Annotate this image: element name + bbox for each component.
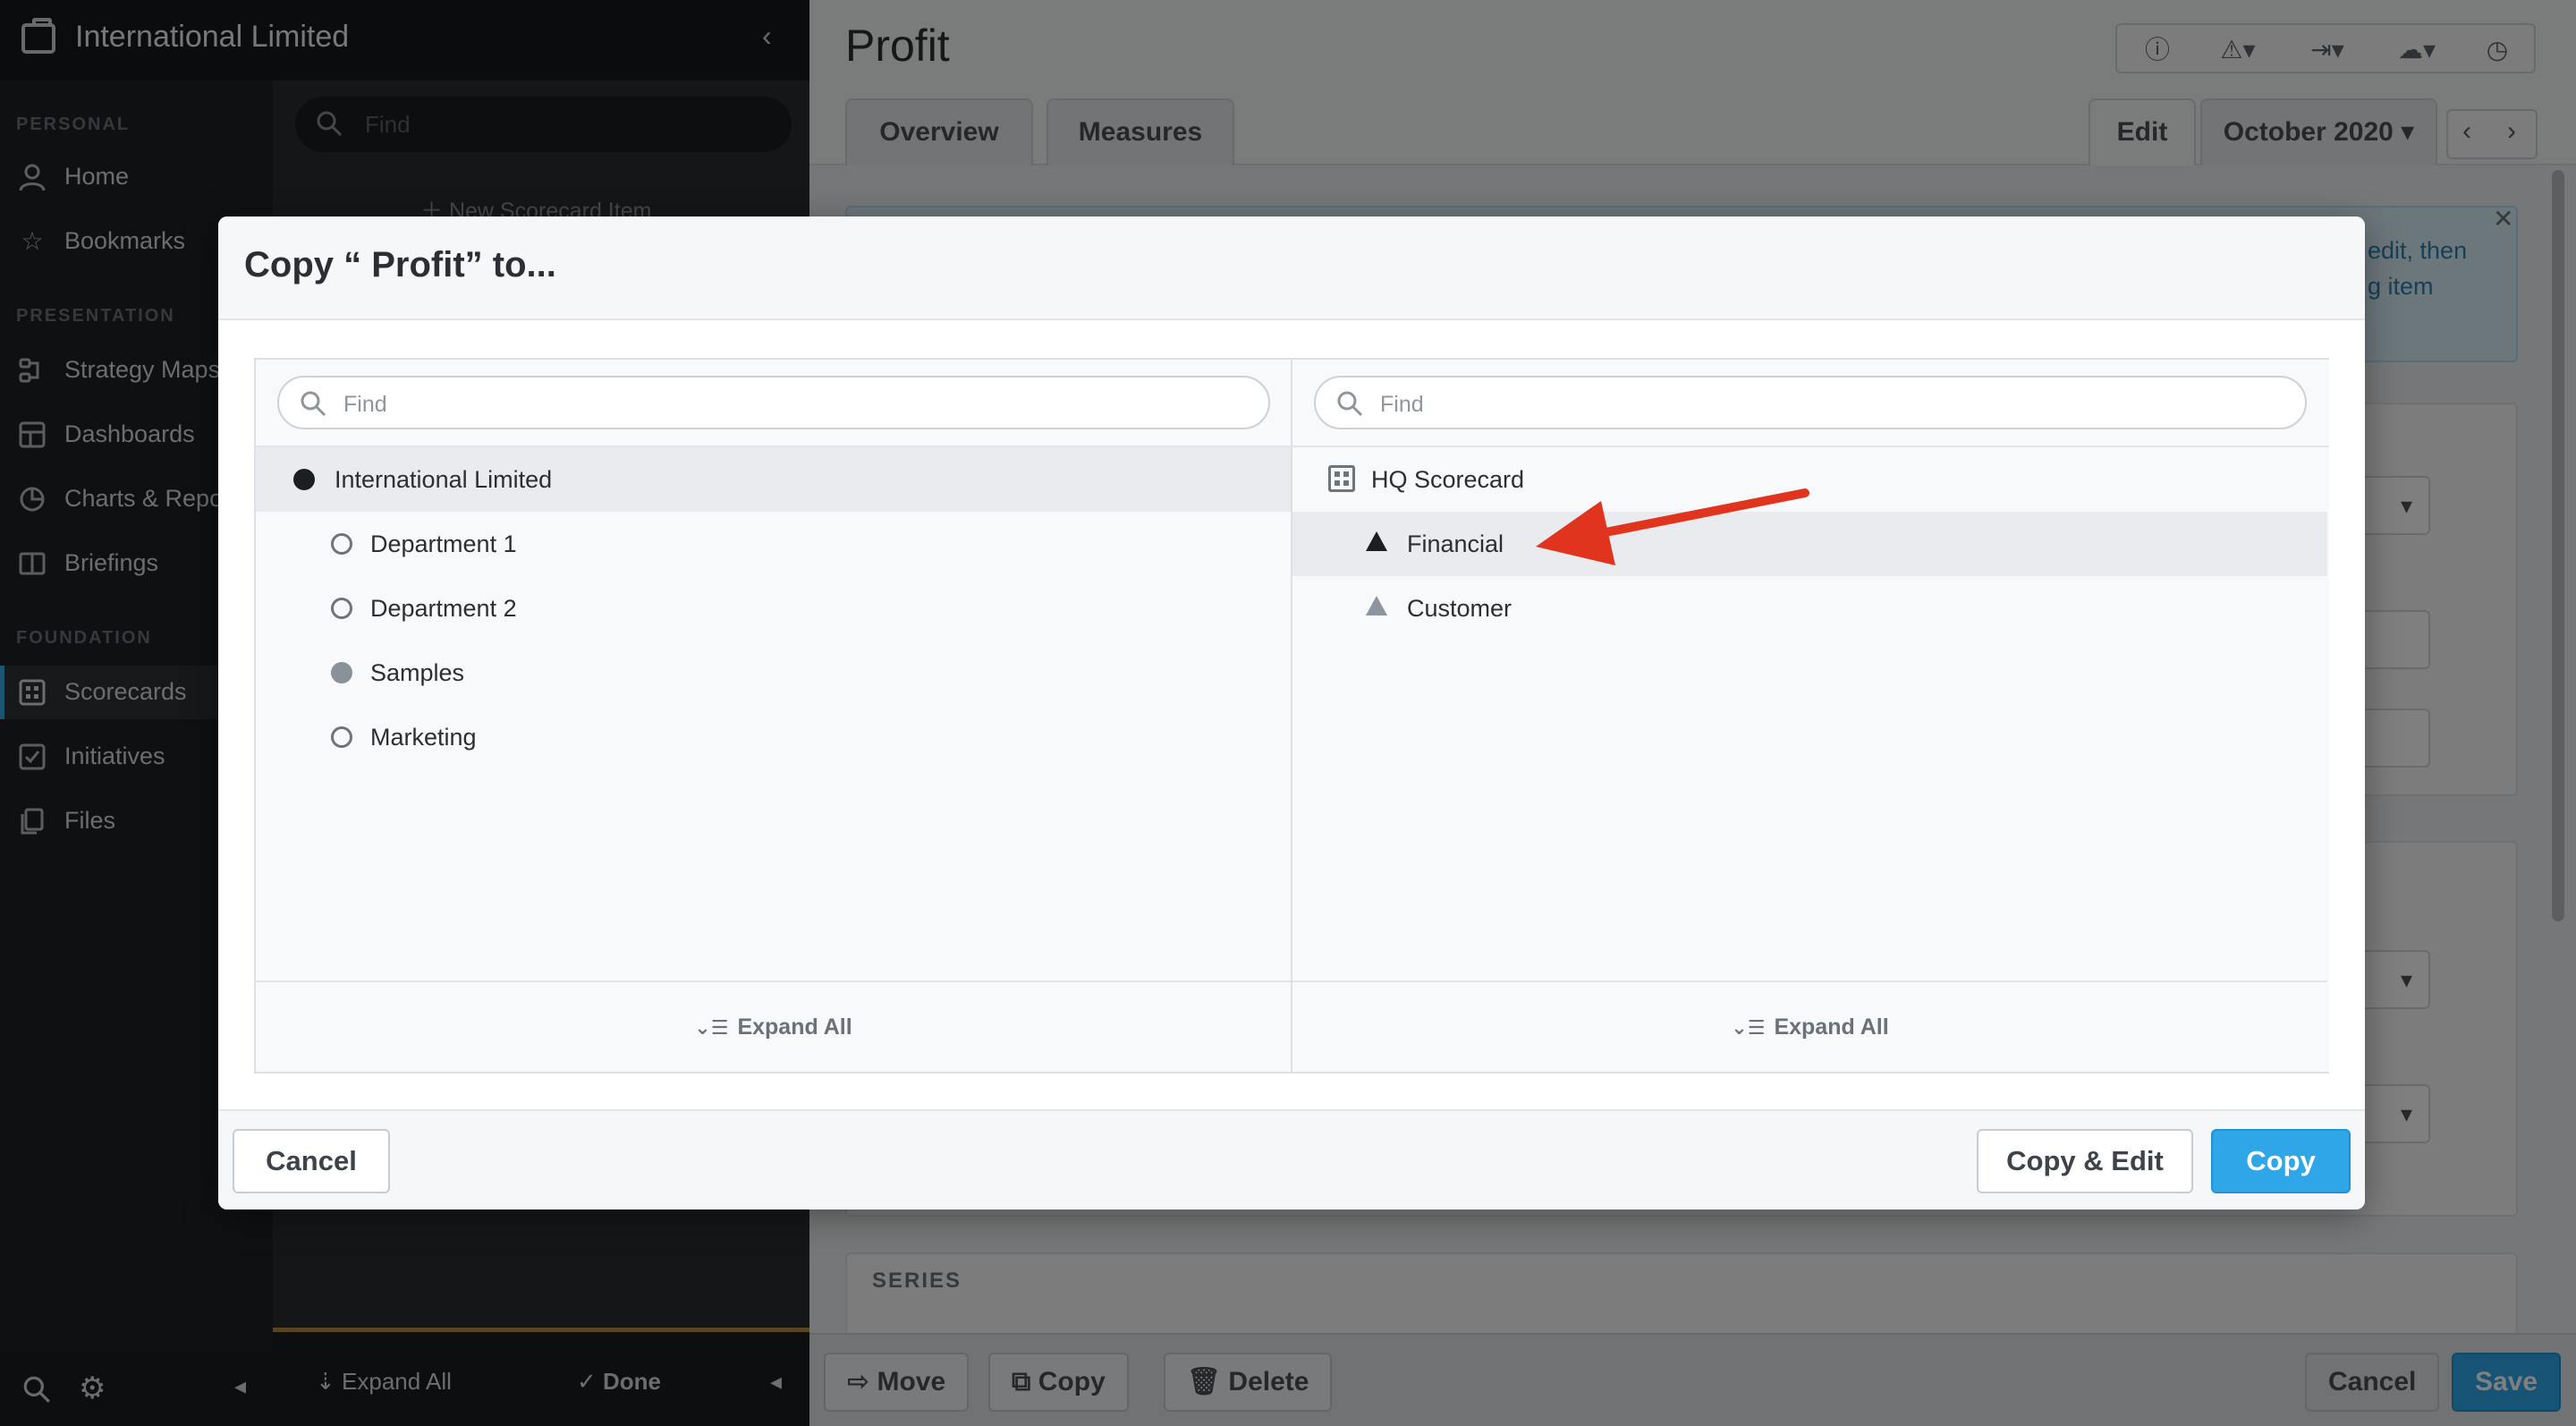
- search-icon: [301, 391, 326, 417]
- expand-all-label: Expand All: [737, 1014, 852, 1040]
- org-filled-dot-icon: [293, 469, 315, 490]
- tree-item-label: International Limited: [335, 466, 553, 493]
- dialog-footer: Cancel Copy & Edit Copy: [218, 1109, 2365, 1210]
- expand-all-icon: ⌄☰: [1731, 1016, 1766, 1039]
- cancel-button[interactable]: Cancel: [233, 1129, 390, 1193]
- destination-tree-pane: Find HQ Scorecard Financial Customer ⌄☰ E…: [1292, 360, 2329, 1072]
- dialog-title: Copy “ Profit” to...: [244, 245, 556, 284]
- dialog-header: Copy “ Profit” to...: [218, 216, 2365, 320]
- find-placeholder: Find: [343, 392, 387, 417]
- right-find-input[interactable]: Find: [1314, 376, 2307, 429]
- tree-item-samples[interactable]: Samples: [256, 641, 1291, 705]
- tree-item-financial[interactable]: Financial: [1292, 512, 2327, 576]
- tree-item-customer[interactable]: Customer: [1292, 576, 2327, 641]
- tree-item-hq-scorecard[interactable]: HQ Scorecard: [1292, 447, 2327, 512]
- tree-item-label: Samples: [370, 659, 465, 686]
- scorecard-icon: [1328, 465, 1355, 492]
- copy-dialog: Copy “ Profit” to... Find International …: [218, 216, 2365, 1210]
- tree-item-label: Financial: [1407, 531, 1504, 557]
- perspective-triangle-icon: [1366, 531, 1387, 551]
- dialog-body: Find International Limited Department 1 …: [254, 358, 2329, 1074]
- right-pane-footer: ⌄☰ Expand All: [1292, 980, 2327, 1072]
- expand-all-label: Expand All: [1774, 1014, 1889, 1040]
- tree-item-department-2[interactable]: Department 2: [256, 576, 1291, 641]
- find-placeholder: Find: [1380, 392, 1424, 417]
- org-gray-dot-icon: [331, 662, 352, 683]
- tree-item-label: Department 2: [370, 595, 517, 622]
- left-find-input[interactable]: Find: [277, 376, 1270, 429]
- org-hollow-dot-icon: [331, 598, 352, 619]
- tree-item-department-1[interactable]: Department 1: [256, 512, 1291, 576]
- right-expand-all-button[interactable]: ⌄☰ Expand All: [1292, 1014, 2327, 1040]
- source-tree-pane: Find International Limited Department 1 …: [256, 360, 1292, 1072]
- copy-and-edit-button[interactable]: Copy & Edit: [1977, 1129, 2193, 1193]
- perspective-triangle-icon: [1366, 596, 1387, 615]
- tree-item-label: Customer: [1407, 595, 1513, 622]
- tree-item-label: Department 1: [370, 531, 517, 557]
- tree-item-label: HQ Scorecard: [1371, 466, 1525, 493]
- copy-button[interactable]: Copy: [2211, 1129, 2351, 1193]
- left-expand-all-button[interactable]: ⌄☰ Expand All: [256, 1014, 1291, 1040]
- tree-item-international-limited[interactable]: International Limited: [256, 447, 1291, 512]
- expand-all-icon: ⌄☰: [694, 1016, 729, 1039]
- tree-item-marketing[interactable]: Marketing: [256, 705, 1291, 769]
- left-pane-footer: ⌄☰ Expand All: [256, 980, 1291, 1072]
- org-hollow-dot-icon: [331, 533, 352, 555]
- search-icon: [1337, 391, 1363, 417]
- org-hollow-dot-icon: [331, 726, 352, 748]
- tree-item-label: Marketing: [370, 724, 477, 751]
